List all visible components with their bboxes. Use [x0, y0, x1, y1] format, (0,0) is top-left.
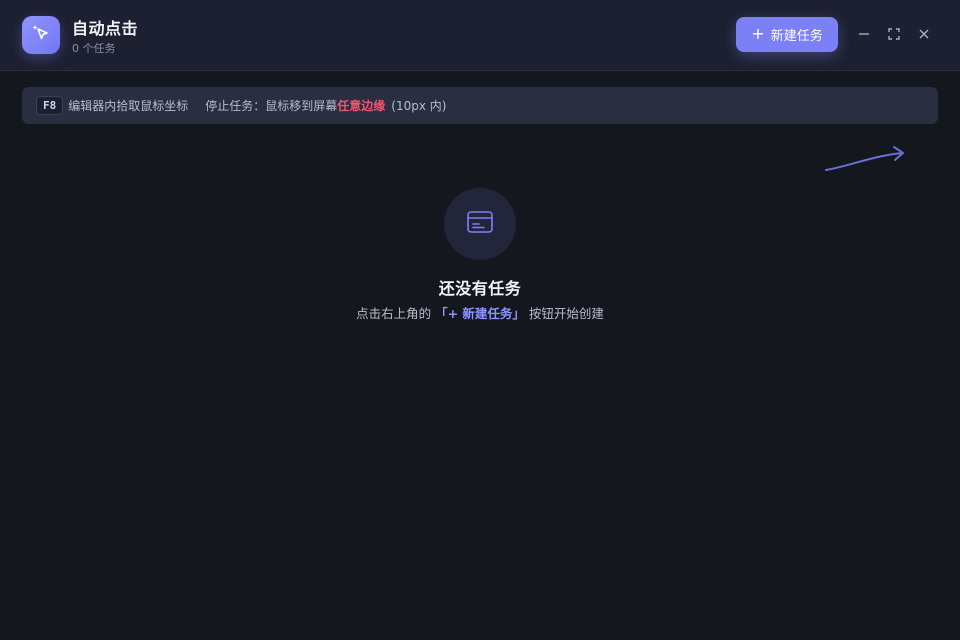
empty-state-icon-circle [444, 188, 516, 260]
arrow-icon [822, 142, 912, 182]
screen-edge-highlight: 任意边缘 [337, 99, 386, 113]
empty-desc-prefix: 点击右上角的 [356, 306, 432, 321]
new-task-button[interactable]: + 新建任务 [736, 17, 838, 52]
close-icon [917, 26, 931, 45]
title-bar: 自动点击 0 个任务 + 新建任务 [0, 0, 960, 71]
empty-state-title: 还没有任务 [438, 279, 522, 298]
app-window: 自动点击 0 个任务 + 新建任务 F8 编辑器内拾取鼠标坐标 停止任务：鼠标移… [0, 0, 960, 640]
maximize-button[interactable] [883, 24, 905, 46]
task-card-icon [466, 210, 494, 238]
stop-task-hint: 停止任务：鼠标移到屏幕 [205, 99, 338, 113]
maximize-icon [887, 26, 901, 45]
hotkey-badge: F8 [36, 96, 64, 115]
task-count: 0 个任务 [72, 42, 116, 55]
hint-bar: F8 编辑器内拾取鼠标坐标 停止任务：鼠标移到屏幕 任意边缘 (10px 内) [22, 87, 938, 124]
new-task-link[interactable]: 「+ 新建任务」 [435, 306, 525, 321]
minimize-icon [857, 26, 871, 45]
cursor-sparkle-icon [30, 22, 52, 48]
empty-desc-suffix: 按钮开始创建 [528, 306, 604, 321]
edge-distance-note: (10px 内) [391, 99, 447, 113]
new-task-label: 新建任务 [770, 29, 823, 44]
app-logo [22, 16, 60, 54]
empty-state-description: 点击右上角的 「+ 新建任务」 按钮开始创建 [0, 303, 960, 322]
plus-icon: + [751, 24, 765, 43]
close-button[interactable] [913, 24, 935, 46]
app-title: 自动点击 [72, 19, 139, 38]
minimize-button[interactable] [853, 24, 875, 46]
pick-coordinate-hint: 编辑器内拾取鼠标坐标 [68, 99, 189, 113]
